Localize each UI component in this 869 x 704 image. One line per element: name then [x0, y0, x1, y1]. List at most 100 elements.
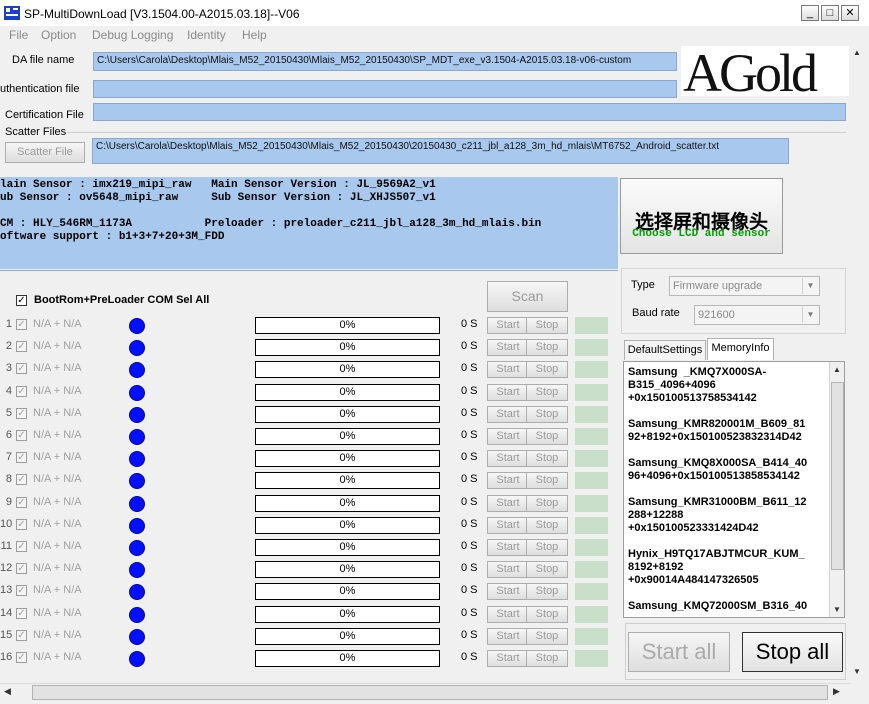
slot-stop-button[interactable]: Stop — [526, 539, 568, 556]
slot-start-button[interactable]: Start — [487, 495, 529, 512]
scroll-down-icon[interactable]: ▼ — [853, 667, 861, 676]
menu-file[interactable]: File — [9, 28, 28, 42]
slot-start-button[interactable]: Start — [487, 606, 529, 623]
slot-stop-button[interactable]: Stop — [526, 339, 568, 356]
slot-stop-button[interactable]: Stop — [526, 428, 568, 445]
menu-help[interactable]: Help — [242, 28, 267, 42]
slot-stop-button[interactable]: Stop — [526, 606, 568, 623]
slot-checkbox[interactable]: ✓ — [16, 519, 27, 530]
close-button[interactable]: ✕ — [841, 5, 859, 21]
memory-scroll-thumb[interactable] — [831, 382, 844, 570]
slot-row: 4 ✓ N/A + N/A 0% 0 S Start Stop — [0, 382, 618, 402]
slot-stop-button[interactable]: Stop — [526, 317, 568, 334]
scroll-right-icon[interactable]: ▶ — [833, 686, 840, 697]
memory-scrollbar[interactable]: ▲ ▼ — [829, 362, 844, 617]
minimize-button[interactable]: _ — [801, 5, 819, 21]
slot-start-button[interactable]: Start — [487, 583, 529, 600]
slot-progress-bar: 0% — [255, 317, 440, 334]
slot-start-button[interactable]: Start — [487, 561, 529, 578]
slot-start-button[interactable]: Start — [487, 472, 529, 489]
scroll-up-icon[interactable]: ▲ — [853, 48, 861, 57]
slot-start-button[interactable]: Start — [487, 628, 529, 645]
slot-checkbox[interactable]: ✓ — [16, 585, 27, 596]
slot-checkbox[interactable]: ✓ — [16, 652, 27, 663]
slot-stop-button[interactable]: Stop — [526, 406, 568, 423]
slot-stop-button[interactable]: Stop — [526, 628, 568, 645]
slot-progress-bar: 0% — [255, 384, 440, 401]
slot-checkbox[interactable]: ✓ — [16, 319, 27, 330]
slot-checkbox[interactable]: ✓ — [16, 541, 27, 552]
scan-button[interactable]: Scan — [487, 281, 568, 312]
slot-port-label: N/A + N/A — [33, 562, 82, 574]
slot-checkbox[interactable]: ✓ — [16, 341, 27, 352]
type-select[interactable]: Firmware upgrade ▼ — [669, 276, 820, 296]
maximize-button[interactable]: □ — [821, 5, 839, 21]
slot-checkbox[interactable]: ✓ — [16, 363, 27, 374]
cert-file-field[interactable] — [93, 103, 846, 121]
da-file-field[interactable]: C:\Users\Carola\Desktop\Mlais_M52_201504… — [93, 52, 677, 71]
scatter-file-field[interactable]: C:\Users\Carola\Desktop\Mlais_M52_201504… — [92, 138, 789, 164]
window-scrollbar[interactable] — [851, 46, 869, 670]
slot-time: 0 S — [461, 340, 478, 352]
slot-checkbox[interactable]: ✓ — [16, 630, 27, 641]
slot-progress-bar: 0% — [255, 495, 440, 512]
scatter-file-button[interactable]: Scatter File — [5, 142, 85, 163]
menu-identity[interactable]: Identity — [187, 28, 226, 42]
com-sel-all-checkbox[interactable]: ✓ — [16, 295, 27, 306]
slot-start-button[interactable]: Start — [487, 539, 529, 556]
slot-progress-bar: 0% — [255, 450, 440, 467]
slot-stop-button[interactable]: Stop — [526, 561, 568, 578]
slot-checkbox[interactable]: ✓ — [16, 430, 27, 441]
slot-stop-button[interactable]: Stop — [526, 495, 568, 512]
slot-status-box — [575, 472, 608, 489]
slot-stop-button[interactable]: Stop — [526, 361, 568, 378]
scroll-up-icon[interactable]: ▲ — [833, 365, 841, 374]
slot-stop-button[interactable]: Stop — [526, 472, 568, 489]
slot-start-button[interactable]: Start — [487, 339, 529, 356]
slot-stop-button[interactable]: Stop — [526, 650, 568, 667]
slot-status-dot — [129, 584, 145, 600]
slot-checkbox[interactable]: ✓ — [16, 408, 27, 419]
slot-start-button[interactable]: Start — [487, 450, 529, 467]
scroll-left-icon[interactable]: ◀ — [4, 686, 11, 697]
slot-checkbox[interactable]: ✓ — [16, 608, 27, 619]
slot-start-button[interactable]: Start — [487, 317, 529, 334]
slot-start-button[interactable]: Start — [487, 517, 529, 534]
slot-stop-button[interactable]: Stop — [526, 450, 568, 467]
horizontal-scroll-thumb[interactable] — [32, 685, 828, 700]
baud-select[interactable]: 921600 ▼ — [694, 305, 820, 325]
slot-stop-button[interactable]: Stop — [526, 583, 568, 600]
slot-start-button[interactable]: Start — [487, 361, 529, 378]
tab-memory-info[interactable]: MemoryInfo — [707, 338, 774, 360]
slot-checkbox[interactable]: ✓ — [16, 452, 27, 463]
slot-stop-button[interactable]: Stop — [526, 517, 568, 534]
slot-checkbox[interactable]: ✓ — [16, 563, 27, 574]
slot-progress-bar: 0% — [255, 583, 440, 600]
slot-status-box — [575, 317, 608, 334]
slot-status-dot — [129, 607, 145, 623]
slot-row: 16 ✓ N/A + N/A 0% 0 S Start Stop — [0, 648, 618, 668]
stop-all-button[interactable]: Stop all — [742, 632, 843, 672]
slot-start-button[interactable]: Start — [487, 406, 529, 423]
slot-start-button[interactable]: Start — [487, 650, 529, 667]
slot-checkbox[interactable]: ✓ — [16, 497, 27, 508]
slot-progress-bar: 0% — [255, 361, 440, 378]
auth-file-field[interactable] — [93, 80, 677, 98]
slot-time: 0 S — [461, 407, 478, 419]
tab-default-settings[interactable]: DefaultSettings — [624, 340, 706, 360]
scroll-down-icon[interactable]: ▼ — [833, 605, 841, 614]
slot-port-label: N/A + N/A — [33, 385, 82, 397]
slot-start-button[interactable]: Start — [487, 428, 529, 445]
slot-status-dot — [129, 451, 145, 467]
slot-stop-button[interactable]: Stop — [526, 384, 568, 401]
menu-debug-logging[interactable]: Debug Logging — [92, 28, 173, 42]
slot-checkbox[interactable]: ✓ — [16, 386, 27, 397]
baud-label: Baud rate — [632, 307, 680, 319]
menu-option[interactable]: Option — [41, 28, 76, 42]
slot-checkbox[interactable]: ✓ — [16, 474, 27, 485]
start-all-button[interactable]: Start all — [628, 632, 730, 672]
slot-status-box — [575, 361, 608, 378]
slot-start-button[interactable]: Start — [487, 384, 529, 401]
slot-progress-bar: 0% — [255, 428, 440, 445]
choose-lcd-sensor-button[interactable]: 选择屏和摄像头 Choose LCD and sensor — [620, 178, 783, 254]
